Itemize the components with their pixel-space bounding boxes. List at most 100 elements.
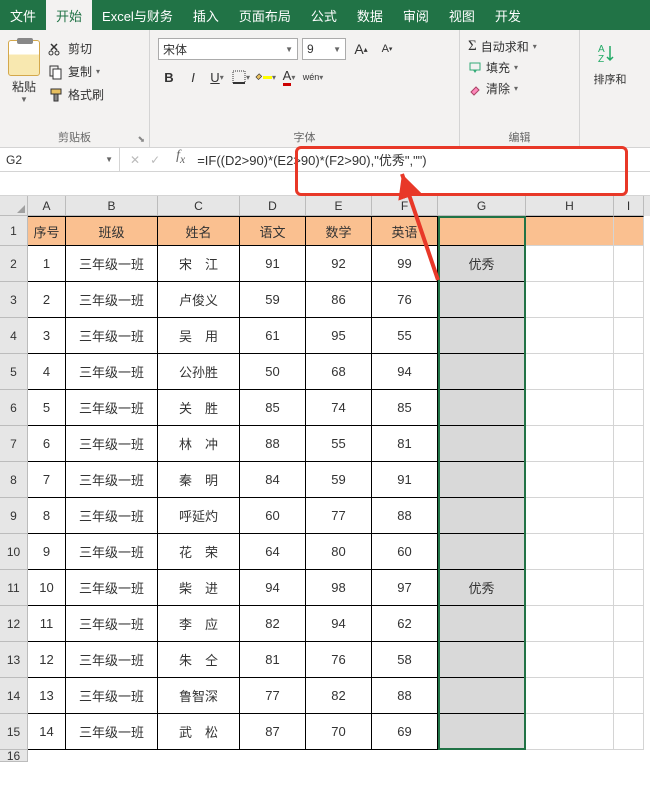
increase-font-button[interactable]: A▴: [350, 38, 372, 60]
cell-class[interactable]: 三年级一班: [66, 678, 158, 714]
cell-chinese[interactable]: 59: [240, 282, 306, 318]
cell[interactable]: [614, 462, 644, 498]
cell-english[interactable]: 58: [372, 642, 438, 678]
border-button[interactable]: ▾: [230, 66, 252, 88]
cell-chinese[interactable]: 81: [240, 642, 306, 678]
header-math[interactable]: 数学: [306, 216, 372, 246]
italic-button[interactable]: I: [182, 66, 204, 88]
cell-class[interactable]: 三年级一班: [66, 354, 158, 390]
cell-class[interactable]: 三年级一班: [66, 390, 158, 426]
cell-seq[interactable]: 2: [28, 282, 66, 318]
header-seq[interactable]: 序号: [28, 216, 66, 246]
cell[interactable]: [526, 282, 614, 318]
cell-seq[interactable]: 13: [28, 678, 66, 714]
cell[interactable]: [526, 318, 614, 354]
cell-result[interactable]: [438, 606, 526, 642]
cell-english[interactable]: 76: [372, 282, 438, 318]
cell-english[interactable]: 85: [372, 390, 438, 426]
cell-chinese[interactable]: 88: [240, 426, 306, 462]
cell-seq[interactable]: 8: [28, 498, 66, 534]
row-header[interactable]: 8: [0, 462, 28, 498]
cell-seq[interactable]: 9: [28, 534, 66, 570]
cell-result[interactable]: [438, 282, 526, 318]
row-header[interactable]: 11: [0, 570, 28, 606]
cell-math[interactable]: 94: [306, 606, 372, 642]
cell[interactable]: [526, 462, 614, 498]
cell-result[interactable]: [438, 534, 526, 570]
cell[interactable]: [526, 354, 614, 390]
cell-name[interactable]: 卢俊义: [158, 282, 240, 318]
row-header[interactable]: 13: [0, 642, 28, 678]
cell[interactable]: [526, 714, 614, 750]
cell-name[interactable]: 公孙胜: [158, 354, 240, 390]
cell-name[interactable]: 鲁智深: [158, 678, 240, 714]
cell-seq[interactable]: 6: [28, 426, 66, 462]
header-result[interactable]: [438, 216, 526, 246]
bold-button[interactable]: B: [158, 66, 180, 88]
cell-math[interactable]: 86: [306, 282, 372, 318]
menu-review[interactable]: 审阅: [393, 0, 439, 30]
cell-chinese[interactable]: 60: [240, 498, 306, 534]
row-header[interactable]: 2: [0, 246, 28, 282]
cell-name[interactable]: 呼延灼: [158, 498, 240, 534]
cell-english[interactable]: 62: [372, 606, 438, 642]
cell[interactable]: [526, 642, 614, 678]
cell-math[interactable]: 95: [306, 318, 372, 354]
cell-result[interactable]: [438, 678, 526, 714]
cell[interactable]: [614, 390, 644, 426]
paste-button[interactable]: 粘贴 ▼: [8, 34, 40, 104]
dialog-launcher-icon[interactable]: ⬊: [137, 134, 145, 145]
cell-class[interactable]: 三年级一班: [66, 714, 158, 750]
decrease-font-button[interactable]: A▾: [376, 38, 398, 60]
menu-developer[interactable]: 开发: [485, 0, 531, 30]
cell[interactable]: [614, 246, 644, 282]
underline-button[interactable]: U▾: [206, 66, 228, 88]
cell-english[interactable]: 99: [372, 246, 438, 282]
cell-seq[interactable]: 4: [28, 354, 66, 390]
header-chinese[interactable]: 语文: [240, 216, 306, 246]
cell-class[interactable]: 三年级一班: [66, 606, 158, 642]
fill-color-button[interactable]: ▾: [254, 66, 276, 88]
header-english[interactable]: 英语: [372, 216, 438, 246]
cell-result[interactable]: [438, 390, 526, 426]
cell-result[interactable]: [438, 642, 526, 678]
cell-math[interactable]: 76: [306, 642, 372, 678]
cell-english[interactable]: 97: [372, 570, 438, 606]
cell[interactable]: [614, 354, 644, 390]
row-header[interactable]: 4: [0, 318, 28, 354]
cell-math[interactable]: 77: [306, 498, 372, 534]
cell[interactable]: [614, 216, 644, 246]
cell-math[interactable]: 59: [306, 462, 372, 498]
name-box[interactable]: G2 ▼: [0, 148, 120, 171]
row-header[interactable]: 6: [0, 390, 28, 426]
cell-result[interactable]: [438, 354, 526, 390]
accept-formula-icon[interactable]: ✓: [150, 153, 160, 167]
cell-result[interactable]: [438, 714, 526, 750]
cell-class[interactable]: 三年级一班: [66, 570, 158, 606]
cell-name[interactable]: 宋 江: [158, 246, 240, 282]
autosum-button[interactable]: Σ 自动求和 ▾: [468, 38, 571, 55]
cell-seq[interactable]: 10: [28, 570, 66, 606]
cell-chinese[interactable]: 87: [240, 714, 306, 750]
cell-seq[interactable]: 1: [28, 246, 66, 282]
cell-result[interactable]: 优秀: [438, 570, 526, 606]
cell-math[interactable]: 98: [306, 570, 372, 606]
cell[interactable]: [526, 246, 614, 282]
cell[interactable]: [614, 426, 644, 462]
cell-english[interactable]: 88: [372, 678, 438, 714]
cell-seq[interactable]: 3: [28, 318, 66, 354]
cell[interactable]: [614, 570, 644, 606]
row-header[interactable]: 12: [0, 606, 28, 642]
cell-class[interactable]: 三年级一班: [66, 498, 158, 534]
font-color-button[interactable]: A▾: [278, 66, 300, 88]
cell-chinese[interactable]: 64: [240, 534, 306, 570]
cell[interactable]: [526, 606, 614, 642]
row-header[interactable]: 14: [0, 678, 28, 714]
col-header-h[interactable]: H: [526, 196, 614, 216]
menu-file[interactable]: 文件: [0, 0, 46, 30]
cell-chinese[interactable]: 94: [240, 570, 306, 606]
cell-result[interactable]: [438, 498, 526, 534]
cell-result[interactable]: 优秀: [438, 246, 526, 282]
cell-math[interactable]: 55: [306, 426, 372, 462]
cell[interactable]: [614, 678, 644, 714]
